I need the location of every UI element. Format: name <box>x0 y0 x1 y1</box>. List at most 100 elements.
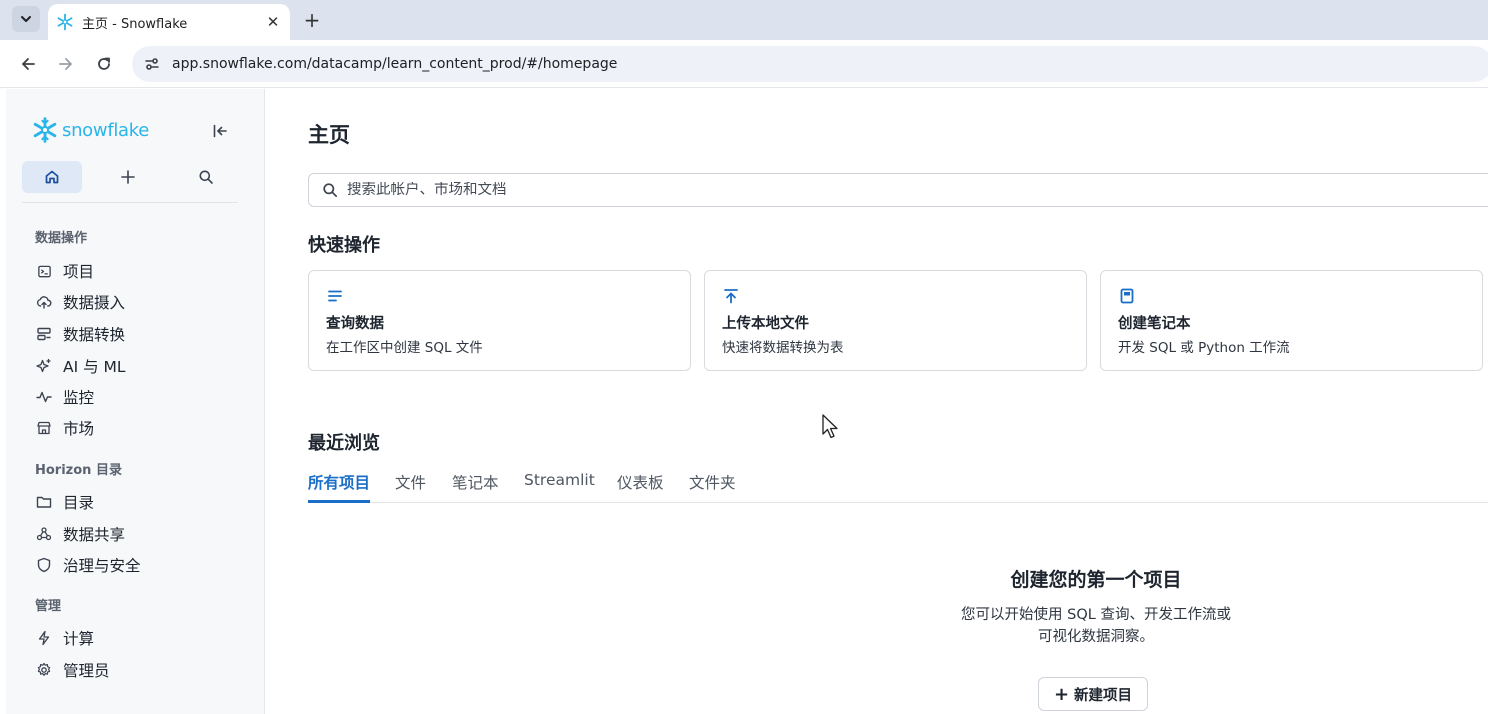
quick-actions-heading: 快速操作 <box>308 235 380 256</box>
empty-state-line-2: 可视化数据洞察。 <box>1038 629 1154 645</box>
sidebar-item-transformation[interactable]: 数据转换 <box>30 320 240 348</box>
transform-icon <box>36 326 52 342</box>
bolt-icon <box>36 630 52 646</box>
sidebar-search-button[interactable] <box>190 161 222 193</box>
sidebar-item-admin[interactable]: 管理员 <box>30 656 240 684</box>
create-button[interactable] <box>112 161 144 193</box>
page-title: 主页 <box>308 123 350 147</box>
mouse-cursor-icon <box>822 414 838 439</box>
brand-name: snowflake <box>62 119 150 141</box>
main-content: 主页 快速操作 查询数据 在工作区中创建 SQL 文件 上传本地文件 快速将数据… <box>266 89 1488 714</box>
sidebar-divider <box>22 202 238 203</box>
tab-close-icon[interactable]: ✕ <box>264 13 282 31</box>
browser-toolbar: app.snowflake.com/datacamp/learn_content… <box>0 40 1488 88</box>
new-project-button[interactable]: + 新建项目 <box>1038 677 1148 711</box>
sidebar-item-data-sharing[interactable]: 数据共享 <box>30 520 240 548</box>
sidebar-item-compute[interactable]: 计算 <box>30 624 240 652</box>
quick-action-query-data[interactable]: 查询数据 在工作区中创建 SQL 文件 <box>308 270 691 371</box>
section-label-horizon: Horizon 目录 <box>35 463 122 478</box>
sidebar-item-label: 数据摄入 <box>63 294 126 312</box>
chevron-down-icon <box>21 16 31 22</box>
card-description: 快速将数据转换为表 <box>722 340 844 356</box>
sidebar-item-label: 目录 <box>63 494 95 512</box>
snowflake-favicon-icon <box>56 13 74 31</box>
sidebar: snowflake 数据操作 项目 数据摄入 数据转换 AI 与 ML 监控 市… <box>6 89 265 714</box>
plus-icon <box>121 170 135 184</box>
sidebar-item-projects[interactable]: 项目 <box>30 257 240 285</box>
card-description: 在工作区中创建 SQL 文件 <box>326 340 483 356</box>
empty-state-line-1: 您可以开始使用 SQL 查询、开发工作流或 <box>961 607 1231 623</box>
tab-dashboards[interactable]: 仪表板 <box>617 471 664 503</box>
back-button[interactable] <box>16 52 40 76</box>
recent-heading: 最近浏览 <box>308 433 380 454</box>
sidebar-item-governance[interactable]: 治理与安全 <box>30 551 240 579</box>
notebook-icon <box>1118 287 1136 305</box>
empty-state: 创建您的第一个项目 您可以开始使用 SQL 查询、开发工作流或 可视化数据洞察。 <box>906 565 1286 648</box>
sidebar-item-ingestion[interactable]: 数据摄入 <box>30 288 240 316</box>
sidebar-item-label: 项目 <box>63 263 95 281</box>
sidebar-item-monitoring[interactable]: 监控 <box>30 383 240 411</box>
collapse-left-icon <box>213 124 227 138</box>
arrow-right-icon <box>59 58 72 70</box>
search-icon <box>199 170 213 184</box>
address-bar[interactable]: app.snowflake.com/datacamp/learn_content… <box>132 46 1488 82</box>
url-text: app.snowflake.com/datacamp/learn_content… <box>172 56 618 72</box>
empty-state-title: 创建您的第一个项目 <box>1010 569 1182 591</box>
search-input[interactable] <box>347 182 947 198</box>
snowflake-logo-icon <box>33 117 57 143</box>
activity-icon <box>36 389 52 405</box>
reload-button[interactable] <box>92 52 116 76</box>
tab-notebooks[interactable]: 笔记本 <box>452 471 499 503</box>
quick-action-create-notebook[interactable]: 创建笔记本 开发 SQL 或 Python 工作流 <box>1100 270 1483 371</box>
sidebar-item-label: 数据转换 <box>63 326 126 344</box>
card-title: 创建笔记本 <box>1118 316 1191 332</box>
sidebar-item-label: 市场 <box>63 420 95 438</box>
tab-search-dropdown-button[interactable] <box>12 6 40 32</box>
site-settings-icon[interactable] <box>142 54 162 74</box>
sidebar-item-label: 管理员 <box>63 662 110 680</box>
tab-title: 主页 - Snowflake <box>82 16 188 32</box>
sidebar-item-catalog[interactable]: 目录 <box>30 488 240 516</box>
tab-all-items[interactable]: 所有项目 <box>308 471 371 503</box>
card-description: 开发 SQL 或 Python 工作流 <box>1118 340 1290 356</box>
sidebar-item-label: 计算 <box>63 630 95 648</box>
empty-state-description: 您可以开始使用 SQL 查询、开发工作流或 可视化数据洞察。 <box>946 604 1246 648</box>
forward-button[interactable] <box>54 52 78 76</box>
home-icon <box>45 170 59 184</box>
new-tab-button[interactable]: + <box>300 8 324 32</box>
collapse-sidebar-button[interactable] <box>210 121 230 141</box>
arrow-left-icon <box>22 58 35 70</box>
sidebar-item-label: 治理与安全 <box>63 557 141 575</box>
sparkle-icon <box>36 358 52 374</box>
sidebar-item-label: 数据共享 <box>63 526 126 544</box>
tab-streamlit[interactable]: Streamlit <box>524 471 595 503</box>
plus-icon: + <box>1053 683 1070 705</box>
share-icon <box>36 526 52 542</box>
card-title: 上传本地文件 <box>722 316 809 332</box>
sidebar-item-marketplace[interactable]: 市场 <box>30 414 240 442</box>
sidebar-top-actions <box>22 161 238 195</box>
recent-tabs: 所有项目 文件 笔记本 Streamlit 仪表板 文件夹 <box>308 469 1488 503</box>
folder-icon <box>36 494 52 510</box>
browser-tab-strip: 主页 - Snowflake ✕ + <box>0 0 1488 40</box>
section-label-data-ops: 数据操作 <box>35 231 88 246</box>
sidebar-item-label: 监控 <box>63 389 95 407</box>
quick-action-upload-file[interactable]: 上传本地文件 快速将数据转换为表 <box>704 270 1087 371</box>
card-title: 查询数据 <box>326 316 384 332</box>
upload-icon <box>722 287 740 305</box>
tab-files[interactable]: 文件 <box>395 471 426 503</box>
global-search[interactable] <box>308 173 1488 207</box>
store-icon <box>36 420 52 436</box>
home-button[interactable] <box>22 161 82 193</box>
browser-tab-active[interactable]: 主页 - Snowflake ✕ <box>48 4 290 40</box>
terminal-icon <box>36 263 52 279</box>
shield-icon <box>36 557 52 573</box>
lines-icon <box>326 287 344 305</box>
snowflake-logo[interactable]: snowflake <box>32 117 149 143</box>
reload-icon <box>98 57 110 70</box>
tab-folders[interactable]: 文件夹 <box>689 471 736 503</box>
section-label-admin: 管理 <box>35 599 62 614</box>
sidebar-item-ai-ml[interactable]: AI 与 ML <box>30 352 240 380</box>
gear-icon <box>36 662 52 678</box>
search-icon <box>321 181 339 199</box>
